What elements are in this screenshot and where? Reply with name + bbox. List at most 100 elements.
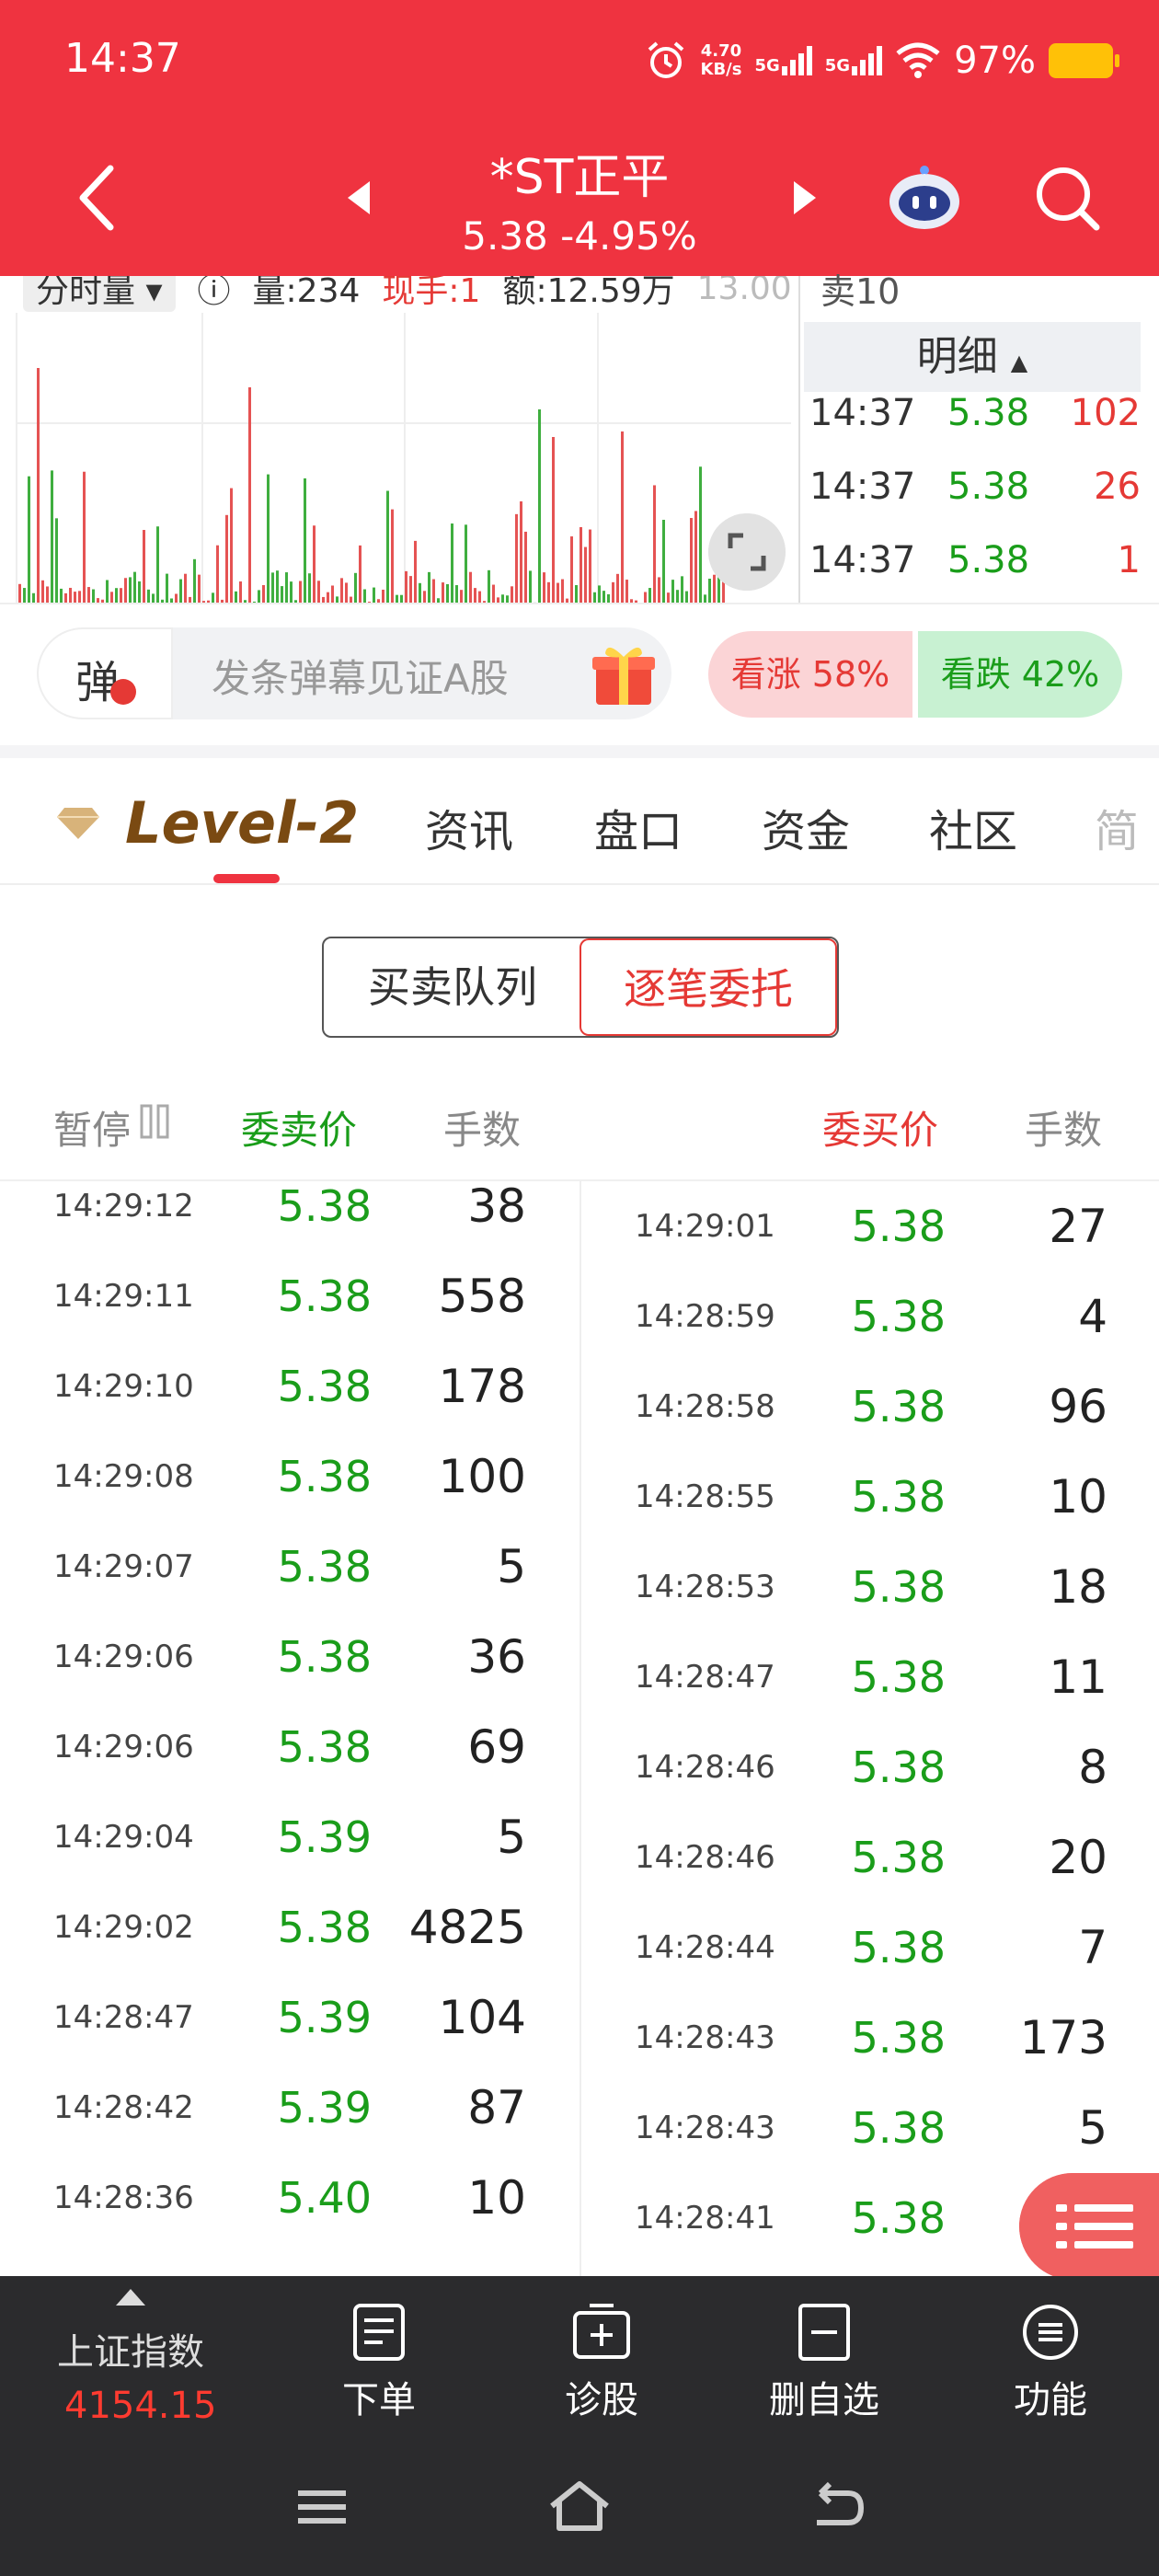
chart-header: 分时量 ▾ ⓘ 量:234 现手:1 额:12.59万 13.00 [23,276,792,312]
order-time: 14:29:06 [53,1639,194,1675]
volume-bar [557,582,559,603]
tab-overflow[interactable]: 简 [1095,795,1139,859]
sell-price-header: 委卖价 [241,1108,358,1153]
detail-price: 5.38 [947,539,1030,581]
volume-bar [138,581,141,603]
order-volume: 8 [1078,1741,1107,1794]
sell-order-row[interactable]: 14:29:04 5.39 5 [0,1792,580,1882]
detail-time: 14:37 [809,392,916,434]
barrage-input[interactable]: 发条弹幕见证A股 [212,648,509,704]
volume-bar [543,572,545,603]
order-volume: 5 [497,1811,526,1864]
segment-orders[interactable]: 逐笔委托 [580,938,837,1036]
sell-order-row[interactable]: 14:28:42 5.39 87 [0,2063,580,2153]
alarm-icon [648,41,683,78]
search-icon[interactable] [1030,161,1104,235]
volume-bar [179,579,182,603]
volume-bar [713,574,716,603]
sell-vol-header: 手数 [443,1108,522,1153]
index-name[interactable]: 上证指数 [57,2322,204,2375]
buy-order-row[interactable]: 14:28:44 5.38 7 [581,1903,1159,1993]
remove-watchlist-button[interactable]: 删自选 [751,2302,898,2440]
vote-down-button[interactable]: 看跌 42% [918,631,1122,718]
nav-menu-icon[interactable] [285,2475,359,2539]
sell-order-row[interactable]: 14:29:10 5.38 178 [0,1341,580,1432]
volume-bar [382,589,384,603]
volume-bar [451,523,453,603]
sell-order-row[interactable]: 14:29:02 5.38 4825 [0,1882,580,1972]
sentiment-vote[interactable]: 看涨 58% 看跌 42% [708,631,1122,718]
order-button[interactable]: 下单 [305,2302,453,2440]
buy-order-row[interactable]: 14:28:43 5.38 5 [581,2083,1159,2173]
diagnose-button[interactable]: 诊股 [528,2302,675,2440]
tab-community[interactable]: 社区 [929,795,1017,859]
order-time: 14:28:47 [53,1999,194,2036]
caret-up-icon: ▲ [1010,350,1028,375]
buy-order-row[interactable]: 14:28:46 5.38 20 [581,1812,1159,1903]
volume-bar [465,524,467,603]
volume-bar [83,471,86,603]
order-volume: 69 [467,1720,526,1774]
detail-price: 5.38 [947,392,1030,434]
back-arrow-icon[interactable] [74,161,120,235]
volume-bar [120,588,122,603]
buy-order-row[interactable]: 14:28:53 5.38 18 [581,1542,1159,1632]
stock-quote: 5.38 -4.95% [462,213,697,259]
pause-label[interactable]: 暂停 [53,1099,131,1156]
robot-assistant-icon[interactable] [883,161,966,235]
volume-bar [340,578,343,603]
segment-queue[interactable]: 买卖队列 [324,938,581,1036]
next-stock-icon[interactable] [786,179,823,216]
buy-order-row[interactable]: 14:28:59 5.38 4 [581,1271,1159,1362]
volume-chart[interactable]: 分时量 ▾ ⓘ 量:234 现手:1 额:12.59万 13.00 [0,276,800,603]
sell-order-row[interactable]: 14:29:12 5.38 38 [0,1181,580,1251]
sell-order-row[interactable]: 14:29:08 5.38 100 [0,1432,580,1522]
sell-order-row[interactable]: 14:29:06 5.38 36 [0,1612,580,1702]
tab-news[interactable]: 资讯 [425,795,513,859]
buy-order-row[interactable]: 14:28:58 5.38 96 [581,1362,1159,1452]
volume-bar [625,580,628,603]
sell-order-row[interactable]: 14:28:47 5.39 104 [0,1972,580,2063]
expand-icon[interactable] [708,513,786,591]
order-volume: 4 [1078,1290,1107,1343]
volume-bar [520,500,522,603]
tab-funds[interactable]: 资金 [762,795,850,859]
buy-order-row[interactable]: 14:28:55 5.38 10 [581,1452,1159,1542]
volume-bar [115,588,118,603]
wifi-icon [896,42,940,78]
chart-type-select[interactable]: 分时量 ▾ [23,276,176,312]
gift-icon[interactable] [589,638,659,708]
volume-bar [598,585,601,603]
sell-order-row[interactable]: 14:29:07 5.38 5 [0,1522,580,1612]
detail-row: 14:37 5.38 102 [809,381,1141,445]
help-icon[interactable]: ⓘ [198,276,231,312]
volume-bar [432,579,435,603]
pause-icon[interactable] [138,1102,173,1141]
vote-up-button[interactable]: 看涨 58% [708,631,912,718]
order-time: 14:29:11 [53,1278,194,1315]
volume-bar [690,518,693,603]
volume-bar [506,595,509,603]
volume-bar [281,586,283,603]
volume-bar [685,591,688,603]
nav-home-icon[interactable] [543,2475,616,2539]
buy-order-row[interactable]: 14:29:01 5.38 27 [581,1181,1159,1271]
prev-stock-icon[interactable] [340,179,377,216]
tab-orderbook[interactable]: 盘口 [594,795,683,859]
sell-order-row[interactable]: 14:29:11 5.38 558 [0,1251,580,1341]
nav-back-icon[interactable] [800,2475,874,2539]
detail-time: 14:37 [809,539,916,581]
sell-order-row[interactable]: 14:28:36 5.40 10 [0,2153,580,2243]
caret-up-icon[interactable] [116,2289,145,2306]
barrage-bar[interactable]: 弹 发条弹幕见证A股 [37,627,671,719]
volume-bar [511,586,513,603]
sell-order-row[interactable]: 14:29:06 5.38 69 [0,1702,580,1792]
list-menu-icon[interactable] [1019,2173,1159,2280]
buy-order-row[interactable]: 14:28:46 5.38 8 [581,1722,1159,1812]
buy-order-row[interactable]: 14:28:43 5.38 173 [581,1993,1159,2083]
volume-bar [593,592,596,603]
barrage-toggle[interactable]: 弹 [37,627,173,719]
tab-level2[interactable]: Level-2 [55,786,359,859]
function-button[interactable]: 功能 [977,2302,1124,2440]
buy-order-row[interactable]: 14:28:47 5.38 11 [581,1632,1159,1722]
